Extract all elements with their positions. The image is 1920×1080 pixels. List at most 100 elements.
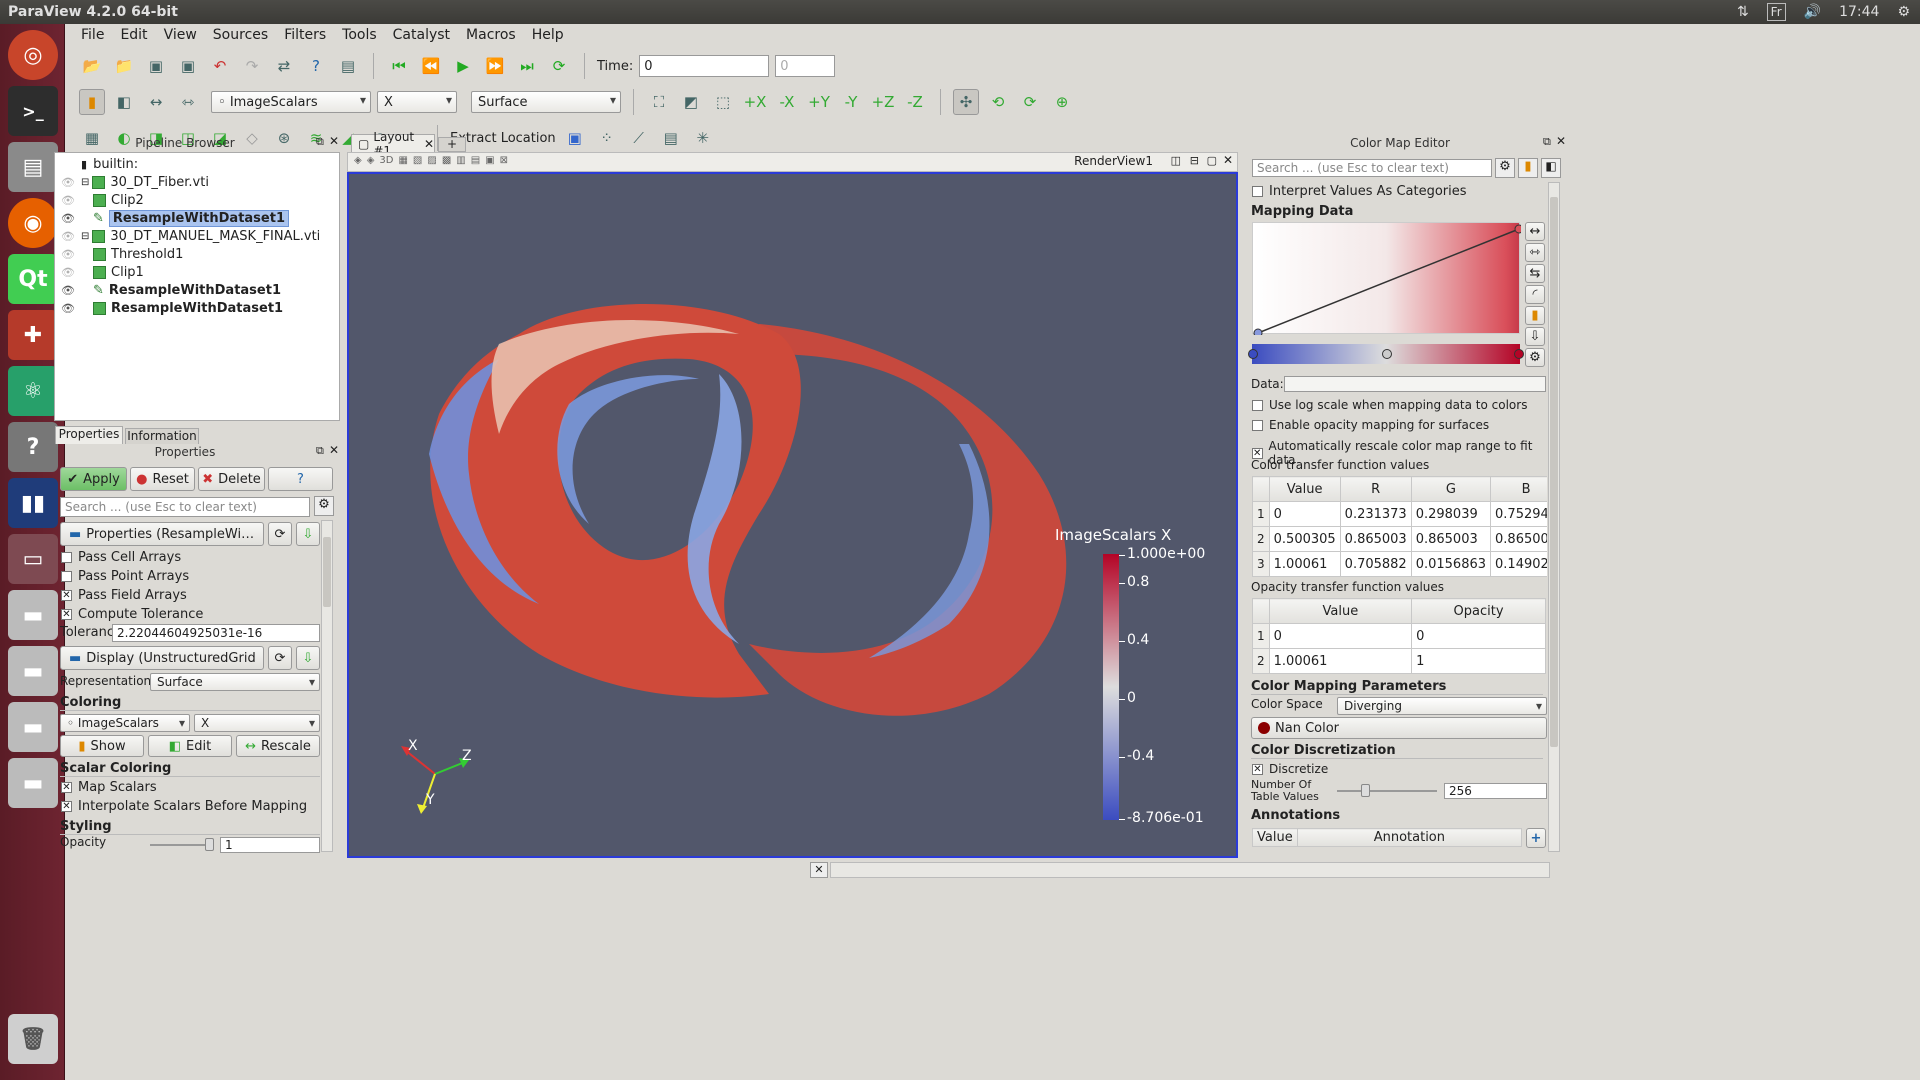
time-step-spinbox[interactable]: 0: [775, 55, 836, 77]
paraview-icon[interactable]: ▮▮: [8, 478, 58, 528]
select-icon[interactable]: ▣: [485, 155, 494, 166]
interpolate-scalars[interactable]: ✕ Interpolate Scalars Before Mapping: [61, 799, 307, 814]
col-g[interactable]: G: [1410, 476, 1492, 502]
table-row[interactable]: 20.5003050.8650030.8650030.865003: [1252, 526, 1547, 552]
redo-icon[interactable]: ↷: [239, 53, 265, 79]
table-cell[interactable]: 0: [1411, 623, 1546, 649]
tolerance-input[interactable]: 2.22044604925031e-16: [112, 624, 320, 642]
coloring-component-select[interactable]: X: [194, 714, 320, 732]
pick-center-icon[interactable]: ⊕: [1049, 89, 1075, 115]
camera-icon[interactable]: ◈: [367, 155, 375, 166]
save-defaults-icon[interactable]: ⇩: [296, 646, 320, 670]
connect-icon[interactable]: ⇄: [271, 53, 297, 79]
split-horizontal-icon[interactable]: ◫: [1171, 154, 1181, 167]
menu-file[interactable]: File: [73, 27, 112, 43]
array-combo[interactable]: ◦ ImageScalars: [211, 91, 371, 113]
color-space-select[interactable]: Diverging: [1337, 697, 1547, 715]
keyboard-layout[interactable]: Fr: [1766, 3, 1786, 21]
table-cell[interactable]: 1.00061: [1268, 648, 1413, 674]
prev-frame-icon[interactable]: ⏪: [418, 53, 444, 79]
rescale-data-range-icon[interactable]: ↔: [1525, 222, 1545, 241]
view-neg-z-icon[interactable]: -Z: [902, 89, 928, 115]
menu-edit[interactable]: Edit: [112, 27, 155, 43]
close-icon[interactable]: ✕: [329, 443, 339, 457]
table-cell[interactable]: 0.865003: [1410, 526, 1492, 552]
colormap-search-input[interactable]: Search ... (use Esc to clear text): [1252, 159, 1492, 177]
rescale-button[interactable]: ↔ Rescale: [236, 735, 320, 757]
close-view-icon[interactable]: ✕: [1223, 153, 1233, 167]
col-b[interactable]: B: [1490, 476, 1547, 502]
undo-icon[interactable]: ↶: [207, 53, 233, 79]
center-axes-icon[interactable]: ✣: [953, 89, 979, 115]
render-view[interactable]: ImageScalars X 1.000e+00 0.8 0.4 0 -0.4 -8.70…: [347, 172, 1238, 858]
clock[interactable]: 17:44: [1839, 4, 1879, 20]
rescale-visible-icon[interactable]: ⇆: [1525, 264, 1545, 283]
maximize-icon[interactable]: ▢: [1207, 154, 1217, 167]
select-icon[interactable]: ▨: [427, 155, 436, 166]
python-icon[interactable]: ▤: [335, 53, 361, 79]
settings-gear-icon[interactable]: ⚙: [1897, 4, 1910, 20]
interpret-categories[interactable]: Interpret Values As Categories: [1252, 184, 1467, 199]
table-row[interactable]: 100: [1252, 623, 1546, 649]
table-cell[interactable]: 0.231373: [1339, 501, 1412, 527]
reset-camera-icon[interactable]: ⛶: [646, 89, 672, 115]
rescale-custom-icon[interactable]: ⇿: [175, 89, 201, 115]
time-input[interactable]: 0: [639, 55, 770, 77]
table-cell[interactable]: 0.865003: [1339, 526, 1412, 552]
rotate-90-icon[interactable]: ⟲: [985, 89, 1011, 115]
table-row[interactable]: 3 1.00061 0.705882 0.0156863 0.14902: [1252, 551, 1547, 577]
rescale-range-icon[interactable]: ↔: [143, 89, 169, 115]
visibility-eye-icon[interactable]: 👁: [61, 176, 75, 189]
window-icon[interactable]: ▭: [8, 534, 58, 584]
view-pos-x-icon[interactable]: +X: [742, 89, 768, 115]
select-icon[interactable]: ▩: [442, 155, 451, 166]
advanced-icon[interactable]: ⚙: [1525, 348, 1545, 367]
num-table-slider[interactable]: [1337, 790, 1437, 792]
float-icon[interactable]: ⧉: [1543, 135, 1551, 149]
system-settings-icon[interactable]: ✚: [8, 310, 58, 360]
close-tab-icon[interactable]: ✕: [424, 137, 434, 151]
firefox-icon[interactable]: ◉: [8, 198, 58, 248]
invert-icon[interactable]: ◜: [1525, 285, 1545, 304]
delete-button[interactable]: ✖ Delete: [198, 467, 265, 491]
rescale-custom-icon[interactable]: ⇿: [1525, 243, 1545, 262]
discretize[interactable]: ✕ Discretize: [1252, 762, 1328, 776]
table-cell[interactable]: 0.0156863: [1410, 551, 1492, 577]
properties-scrollbar[interactable]: [321, 520, 333, 852]
last-frame-icon[interactable]: ⏭: [514, 53, 540, 79]
atom-icon[interactable]: ⚛: [8, 366, 58, 416]
spreadsheet-icon[interactable]: ✳: [690, 125, 716, 151]
rotate-neg90-icon[interactable]: ⟳: [1017, 89, 1043, 115]
properties-search-input[interactable]: Search ... (use Esc to clear text): [60, 497, 310, 517]
col-annotation[interactable]: Annotation: [1296, 828, 1523, 847]
reset-button[interactable]: ● Reset: [130, 467, 195, 491]
colormap-scrollbar[interactable]: [1548, 182, 1560, 852]
opacity-input[interactable]: 1: [220, 837, 320, 853]
col-value[interactable]: Value: [1268, 598, 1413, 624]
representation-combo[interactable]: Surface: [471, 91, 621, 113]
coloring-array-select[interactable]: ◦ ImageScalars: [60, 714, 190, 732]
col-value[interactable]: Value: [1268, 476, 1341, 502]
log-scale[interactable]: Use log scale when mapping data to color…: [1252, 398, 1527, 412]
tab-layout-1[interactable]: ▢ Layout #1 ✕: [351, 130, 435, 158]
float-icon[interactable]: ⧉: [316, 135, 324, 149]
edit-button[interactable]: ◧ Edit: [148, 735, 232, 757]
view-neg-x-icon[interactable]: -X: [774, 89, 800, 115]
disk-icon[interactable]: ▬: [8, 758, 58, 808]
advanced-gear-icon[interactable]: ⚙: [1495, 158, 1515, 178]
volume-icon[interactable]: 🔊: [1804, 4, 1821, 20]
menu-filters[interactable]: Filters: [276, 27, 334, 43]
status-close-icon[interactable]: ✕: [810, 862, 828, 878]
trash-icon[interactable]: 🗑: [8, 1014, 58, 1064]
table-cell[interactable]: 0.752941: [1490, 501, 1547, 527]
component-combo[interactable]: X: [377, 91, 457, 113]
recent-icon[interactable]: 📁: [111, 53, 137, 79]
table-cell[interactable]: 0: [1268, 623, 1413, 649]
table-cell[interactable]: 0: [1268, 501, 1341, 527]
network-icon[interactable]: ⇅: [1737, 4, 1749, 20]
table-cell[interactable]: 0.865003: [1490, 526, 1547, 552]
save-state-icon[interactable]: ▣: [143, 53, 169, 79]
data-value-field[interactable]: [1284, 376, 1546, 392]
next-frame-icon[interactable]: ⏩: [482, 53, 508, 79]
open-icon[interactable]: 📂: [79, 53, 105, 79]
